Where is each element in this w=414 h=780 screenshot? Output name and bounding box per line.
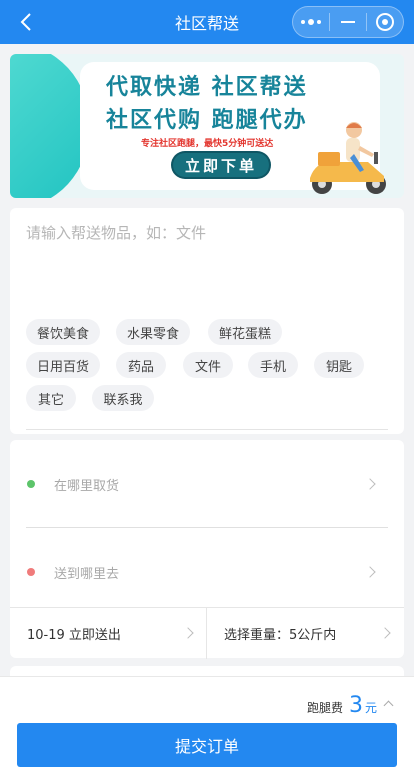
more-dots-icon (301, 19, 321, 25)
weight-label: 选择重量：5公斤内 (224, 628, 337, 643)
pickup-address-row[interactable]: 在哪里取货 (10, 440, 404, 526)
weight-selector[interactable]: 选择重量：5公斤内 (207, 608, 404, 659)
fee-summary[interactable]: 跑腿费 3 元 (306, 693, 394, 718)
delivery-time-selector[interactable]: 10-19 立即送出 (10, 608, 207, 659)
close-target-icon (376, 13, 394, 31)
divider (26, 429, 388, 430)
banner-order-button[interactable]: 立即下单 (173, 153, 269, 177)
pickup-dot-icon (27, 480, 35, 488)
more-button[interactable] (293, 7, 329, 37)
tag-medicine[interactable]: 药品 (116, 352, 166, 378)
chevron-right-icon (379, 627, 391, 639)
capsule-menu (292, 6, 404, 38)
tag-fruit-snacks[interactable]: 水果零食 (116, 319, 190, 345)
chevron-right-icon (182, 627, 194, 639)
chevron-up-icon (383, 700, 394, 711)
chevron-right-icon (364, 566, 376, 578)
item-card: 餐饮美食 水果零食 鲜花蛋糕 日用百货 药品 文件 手机 钥匙 其它 联系我 (10, 208, 404, 434)
delivery-time-label: 10-19 立即送出 (27, 628, 121, 643)
page-title: 社区帮送 (174, 14, 239, 33)
pickup-label: 在哪里取货 (54, 479, 120, 494)
tag-keys[interactable]: 钥匙 (314, 352, 364, 378)
tag-documents[interactable]: 文件 (183, 352, 233, 378)
dropoff-dot-icon (27, 568, 35, 576)
nav-bar: 社区帮送 (0, 0, 414, 44)
back-icon (20, 13, 31, 31)
tag-flowers-cake[interactable]: 鲜花蛋糕 (208, 319, 282, 345)
banner-subtitle: 专注社区跑腿，最快5分钟可送达 (141, 139, 274, 149)
banner-decoration (10, 54, 90, 198)
order-footer: 跑腿费 3 元 提交订单 (0, 676, 414, 780)
dropoff-address-row[interactable]: 送到哪里去 (10, 528, 404, 614)
tag-phone[interactable]: 手机 (248, 352, 298, 378)
tag-food[interactable]: 餐饮美食 (26, 319, 100, 345)
fee-amount: 3 (348, 693, 363, 718)
address-card: 在哪里取货 送到哪里去 10-19 立即送出 选择重量：5公斤内 (10, 440, 404, 659)
banner-headline-1: 代取快递 社区帮送 (106, 75, 308, 100)
fee-label: 跑腿费 (306, 701, 343, 715)
minimize-icon (341, 21, 355, 23)
submit-order-button[interactable]: 提交订单 (17, 723, 397, 767)
options-row: 10-19 立即送出 选择重量：5公斤内 (10, 607, 404, 659)
dropoff-label: 送到哪里去 (54, 567, 120, 582)
tag-contact-me[interactable]: 联系我 (92, 385, 154, 411)
fee-unit: 元 (364, 701, 377, 715)
scooter-courier-illustration (310, 122, 386, 194)
chevron-right-icon (364, 478, 376, 490)
close-button[interactable] (367, 7, 403, 37)
tag-other[interactable]: 其它 (26, 385, 76, 411)
item-input[interactable] (26, 224, 386, 242)
promo-banner[interactable]: 代取快递 社区帮送 社区代购 跑腿代办 专注社区跑腿，最快5分钟可送达 立即下单 (10, 54, 404, 198)
minimize-button[interactable] (330, 7, 366, 37)
tag-daily-goods[interactable]: 日用百货 (26, 352, 100, 378)
banner-headline-2: 社区代购 跑腿代办 (106, 108, 308, 133)
back-button[interactable] (14, 10, 38, 34)
